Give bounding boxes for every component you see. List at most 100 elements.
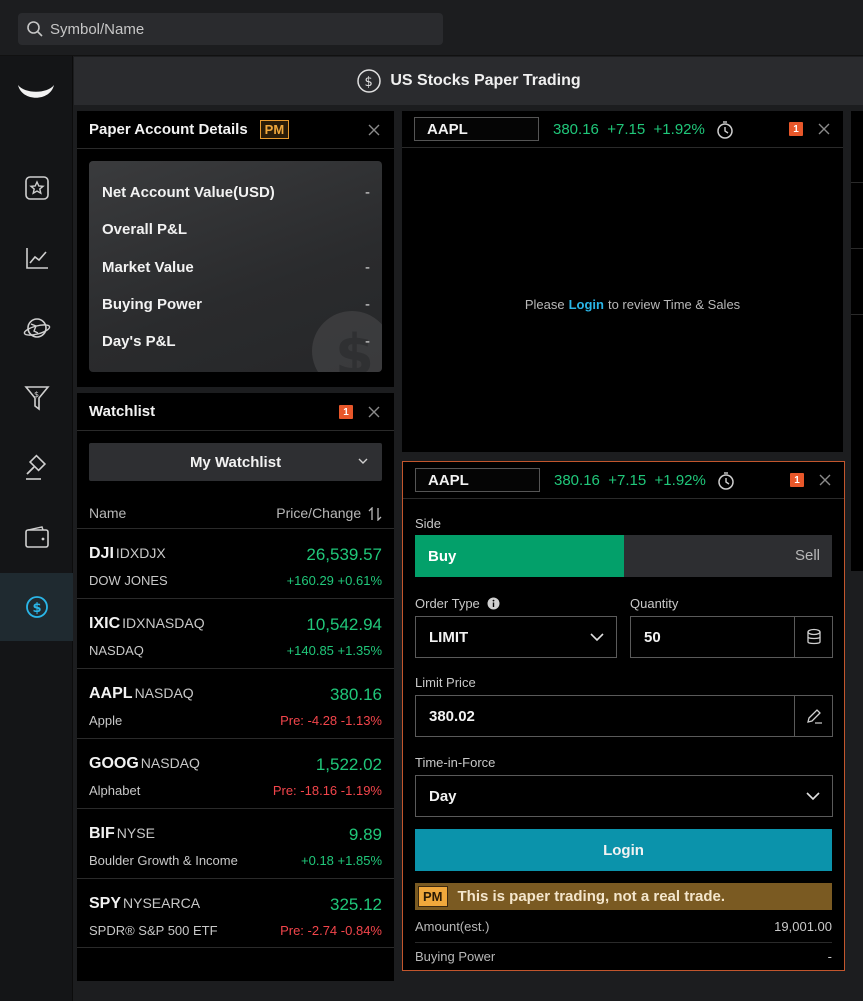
row-name: Apple [89,713,123,728]
clock-icon[interactable] [716,121,734,139]
tif-label: Time-in-Force [415,755,496,770]
row-price: 26,539.57 [306,545,382,564]
account-row-label: Net Account Value(USD) [102,184,275,201]
order-type-value: LIMIT [429,628,469,646]
quantity-label: Quantity [630,596,679,611]
table-row[interactable]: IXIC IDXNASDAQ NASDAQ 10,542.94 +140.85 +… [77,598,394,668]
limit-price-input[interactable]: 380.02 [415,695,833,737]
login-button[interactable]: Login [415,829,832,871]
chevron-down-icon [806,792,820,801]
table-row[interactable]: SPY NYSEARCA SPDR® S&P 500 ETF 325.12 Pre… [77,878,394,948]
clock-icon[interactable] [717,472,735,490]
account-row-label: Market Value [102,259,194,276]
row-exchange: NASDAQ [134,685,194,701]
search-placeholder: Symbol/Name [50,20,145,38]
col-name[interactable]: Name [89,505,126,521]
close-icon[interactable] [818,123,830,135]
tif-value: Day [429,787,457,805]
sidebar-item-markets[interactable] [0,228,73,288]
side-toggle: Buy Sell [415,535,832,577]
row-symbol: DJI [89,545,114,562]
row-exchange: NASDAQ [140,755,200,771]
row-change: +140.85 +1.35% [286,643,382,658]
row-exchange: IDXNASDAQ [122,615,205,631]
login-message: Please Login to review Time & Sales [524,297,741,312]
sidebar-item-watchlist[interactable] [0,158,73,218]
watchlist-select[interactable]: My Watchlist [89,443,382,481]
side-label: Side [415,516,442,531]
link-badge[interactable]: 1 [790,473,804,487]
buying-power-value: - [827,949,832,964]
sidebar-item-account[interactable] [0,508,73,568]
limit-price-label: Limit Price [415,675,476,690]
buying-power-label: Buying Power [415,949,496,964]
account-panel-title: Paper Account Details [89,121,248,138]
row-change: +0.18 +1.85% [301,853,382,868]
sort-icon [368,506,382,522]
row-exchange: IDXDJX [115,545,166,561]
star-icon [24,176,49,200]
quantity-value: 50 [644,628,661,646]
tif-select[interactable]: Day [415,775,833,817]
link-badge[interactable]: 1 [789,122,803,136]
limit-price-value: 380.02 [429,707,475,725]
page-header: $ US Stocks Paper Trading [74,57,863,105]
quote-summary: 380.16 +7.15 +1.92% [554,472,706,489]
table-row[interactable]: AAPL NASDAQ Apple 380.16 Pre: -4.28 -1.13… [77,668,394,738]
svg-text:$: $ [34,390,39,399]
watchlist-select-value: My Watchlist [189,453,282,471]
row-price: 9.89 [348,825,382,844]
edit-price-button[interactable] [794,696,832,736]
watchlist-panel: Watchlist 1 My Watchlist Name Price/Chan… [77,393,394,981]
app-logo[interactable] [17,82,55,102]
table-row[interactable]: BIF NYSE Boulder Growth & Income 9.89 +0.… [77,808,394,878]
row-exchange: NYSEARCA [123,895,201,911]
table-row[interactable]: DJI IDXDJX DOW JONES 26,539.57 +160.29 +0… [77,528,394,598]
order-type-label: Order Type [415,596,500,611]
sell-button[interactable]: Sell [795,547,820,564]
account-row: Overall P&L [102,221,370,238]
symbol-input[interactable]: AAPL [415,468,540,492]
account-panel-header: Paper Account Details PM [77,111,394,149]
row-name: DOW JONES [89,573,168,588]
filter-dollar-icon: $ [23,386,50,411]
row-symbol: GOOG [89,755,139,772]
top-bar: Symbol/Name [0,0,863,56]
row-symbol: SPY [89,895,122,912]
close-icon[interactable] [819,474,831,486]
row-change: +160.29 +0.61% [286,573,382,588]
buying-power-row: Buying Power - [415,949,832,964]
account-row: Day's P&L - [102,333,370,350]
login-link[interactable]: Login [569,297,604,312]
svg-text:$: $ [365,75,373,90]
search-input[interactable]: Symbol/Name [18,13,443,45]
info-icon[interactable] [487,597,500,610]
row-symbol: AAPL [89,685,133,702]
quote-summary: 380.16 +7.15 +1.92% [553,121,705,138]
sidebar-item-paper-trading[interactable]: $ [0,573,73,641]
symbol-input[interactable]: AAPL [414,117,539,141]
order-type-select[interactable]: LIMIT [415,616,617,658]
row-name: Boulder Growth & Income [89,853,238,868]
chevron-down-icon [590,633,604,642]
sidebar-item-global[interactable] [0,298,73,358]
close-icon[interactable] [368,406,380,418]
watchlist-columns: Name Price/Change [89,505,382,522]
col-price-change[interactable]: Price/Change [276,505,382,522]
watchlist-panel-header: Watchlist 1 [77,393,394,431]
globe-icon [23,318,50,338]
chart-line-icon [25,248,48,269]
coin-stack-icon [806,628,821,645]
quantity-input[interactable]: 50 [630,616,833,658]
table-row[interactable]: GOOG NASDAQ Alphabet 1,522.02 Pre: -18.16… [77,738,394,808]
account-row-value: - [365,296,370,313]
sidebar-item-screener[interactable]: $ [0,368,73,428]
sidebar-item-trade[interactable] [0,438,73,498]
row-symbol: BIF [89,825,115,842]
pm-tag: PM [259,120,290,139]
gavel-icon [25,454,46,480]
close-icon[interactable] [368,124,380,136]
link-badge[interactable]: 1 [339,405,353,419]
buy-button[interactable]: Buy [415,535,624,577]
quantity-helper-button[interactable] [794,617,832,657]
